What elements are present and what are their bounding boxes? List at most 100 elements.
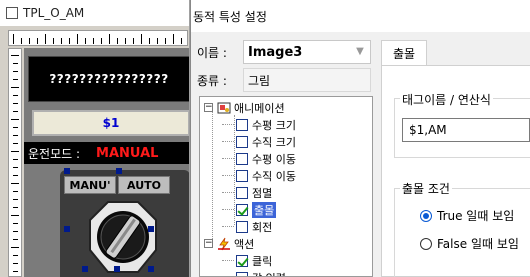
tree-checkbox[interactable]	[236, 271, 248, 276]
tree-item-label: 수평 이동	[252, 152, 296, 166]
tree-item[interactable]: 값 입력	[236, 269, 286, 277]
ruler-tick	[69, 38, 70, 44]
ruler-tick	[53, 38, 54, 44]
ruler-tick	[13, 71, 18, 72]
chevron-down-icon[interactable]: ▼	[354, 46, 366, 58]
dialog-title: 동적 특성 설정	[191, 0, 530, 32]
ruler-tick	[13, 263, 18, 264]
ruler-tick	[13, 271, 18, 272]
tree-group-label: 애니메이션	[234, 101, 285, 115]
ruler-tick	[181, 38, 182, 44]
tag-expression-input[interactable]: $1,AM	[402, 118, 530, 142]
selection-handle[interactable]	[148, 266, 154, 272]
radio-label: True 일때 보임	[437, 209, 515, 223]
selection-handle[interactable]	[64, 226, 70, 232]
property-tree[interactable]: − 애니메이션 수평 크기 수직 크기 수평 이동 수직 이동 점멸 출몰 회전 − 액션 …	[199, 96, 373, 277]
ruler-tick	[29, 38, 30, 44]
design-canvas[interactable]: ???????????????? $1 운전모드 : MANUAL MANU' …	[24, 48, 189, 277]
auto-button[interactable]: AUTO	[118, 176, 170, 194]
ruler-tick	[11, 119, 19, 120]
horizontal-ruler	[8, 30, 188, 46]
ruler-tick	[117, 38, 118, 44]
tree-item-label: 출몰	[252, 201, 277, 218]
tree-group-animation[interactable]: − 애니메이션	[204, 99, 285, 116]
ruler-tick	[11, 151, 19, 152]
ruler-tick	[61, 38, 62, 44]
ruler-tick	[13, 255, 18, 256]
tree-checkbox[interactable]	[236, 220, 248, 233]
editor-titlebar: TPL_O_AM	[0, 0, 189, 26]
manual-button[interactable]: MANU'	[64, 176, 116, 194]
tree-checkbox[interactable]	[236, 152, 248, 165]
ruler-tick	[13, 135, 18, 136]
tree-item[interactable]: 수직 크기	[222, 133, 296, 150]
tree-item[interactable]: 수평 이동	[222, 150, 296, 167]
selector-switch[interactable]: MANU' AUTO	[60, 170, 189, 277]
condition-group-box	[394, 188, 530, 277]
selection-handle[interactable]	[64, 168, 70, 174]
selector-knob-icon[interactable]	[88, 200, 158, 274]
ruler-tick	[149, 38, 150, 44]
ruler-tick	[11, 87, 19, 88]
object-kind-field: 그림	[243, 68, 371, 92]
ruler-tick	[101, 38, 102, 44]
tree-item-label: 수직 크기	[252, 135, 296, 149]
mode-row: 운전모드 : MANUAL	[24, 142, 189, 164]
tab-strip: 출몰	[381, 40, 530, 66]
tree-checkbox[interactable]	[236, 118, 248, 131]
ruler-tick	[165, 38, 166, 44]
ruler-tick	[37, 38, 38, 44]
tree-checkbox[interactable]	[236, 203, 248, 216]
tree-checkbox[interactable]	[236, 186, 248, 199]
ruler-tick	[13, 143, 18, 144]
ruler-tick	[13, 191, 18, 192]
tree-item[interactable]: 점멸	[222, 184, 273, 201]
ruler-tick	[45, 34, 46, 44]
ruler-tick	[11, 55, 19, 56]
radio-button[interactable]	[420, 237, 432, 250]
text-display-object[interactable]: ????????????????	[28, 56, 189, 102]
ruler-tick	[13, 103, 18, 104]
kind-label: 종류 :	[197, 74, 227, 88]
ruler-tick	[13, 127, 18, 128]
tag-value-object[interactable]: $1	[32, 110, 189, 136]
tree-group-action[interactable]: − 액션	[204, 235, 254, 252]
radio-false-visible[interactable]: False 일때 보임	[420, 235, 519, 252]
ruler-tick	[11, 247, 19, 248]
object-name-value: Image3	[248, 44, 303, 60]
ruler-tick	[13, 199, 18, 200]
tree-item[interactable]: 회전	[222, 218, 272, 235]
selection-handle[interactable]	[82, 266, 88, 272]
radio-button[interactable]	[420, 209, 432, 222]
ruler-tick	[13, 95, 18, 96]
ruler-tick	[13, 111, 18, 112]
tree-item[interactable]: 수평 크기	[222, 116, 296, 133]
ruler-tick	[125, 38, 126, 44]
tree-item[interactable]: 수직 이동	[222, 167, 296, 184]
tree-checkbox[interactable]	[236, 135, 248, 148]
tab-show-hide[interactable]: 출몰	[381, 40, 427, 66]
tree-item-label: 점멸	[252, 186, 273, 200]
ruler-tick	[13, 223, 18, 224]
editor-window: TPL_O_AM ???????????????? $1 운전모드 : MANU…	[0, 0, 190, 277]
ruler-tick	[133, 38, 134, 44]
tree-item-label: 값 입력	[252, 270, 286, 277]
selection-handle[interactable]	[116, 168, 122, 174]
mode-label: 운전모드 :	[28, 146, 81, 161]
radio-true-visible[interactable]: True 일때 보임	[420, 207, 514, 224]
collapse-icon[interactable]: −	[204, 103, 213, 112]
object-name-combo[interactable]: Image3 ▼	[243, 40, 371, 64]
ruler-tick	[11, 215, 19, 216]
tree-item[interactable]: 클릭	[222, 252, 272, 269]
collapse-icon[interactable]: −	[204, 239, 213, 248]
selection-handle[interactable]	[114, 266, 120, 272]
mode-value: MANUAL	[96, 145, 159, 161]
editor-title: TPL_O_AM	[23, 6, 85, 20]
tree-item[interactable]: 출몰	[222, 201, 277, 218]
vertical-ruler	[8, 48, 22, 277]
selection-handle[interactable]	[148, 226, 154, 232]
ruler-tick	[13, 167, 18, 168]
ruler-tick	[13, 34, 14, 44]
tree-checkbox[interactable]	[236, 254, 248, 267]
tree-checkbox[interactable]	[236, 169, 248, 182]
